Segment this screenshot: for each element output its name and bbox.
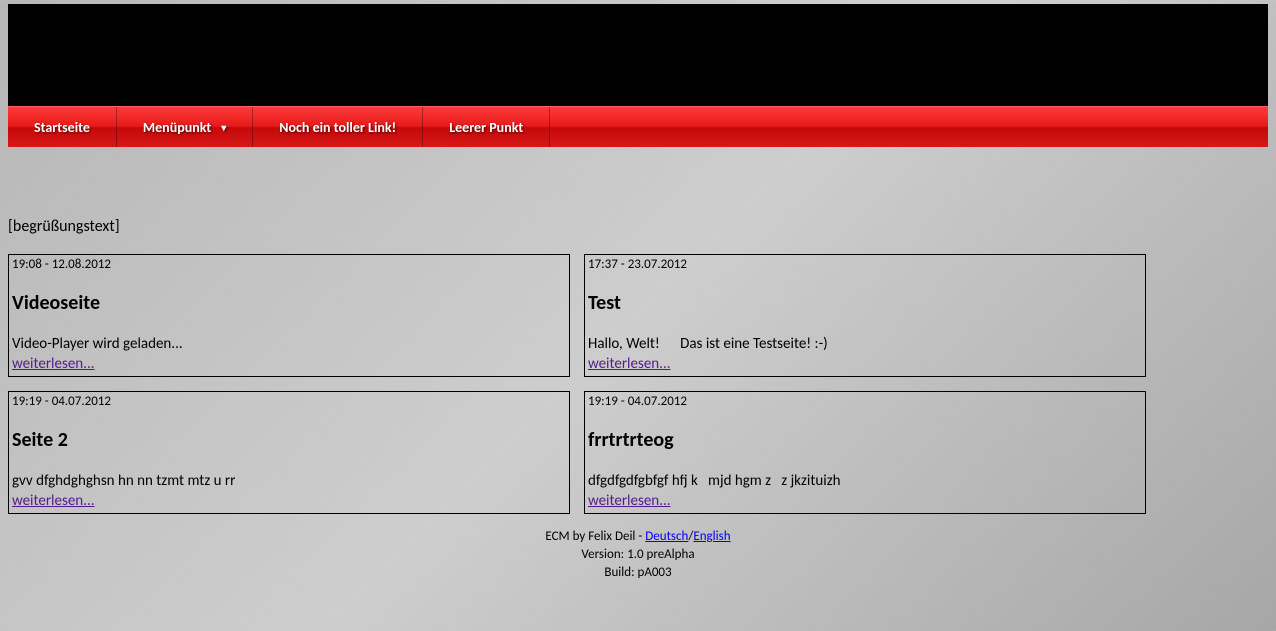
chevron-down-icon: ▾ [221,121,226,134]
article-card: 19:19 - 04.07.2012frrtrtrteogdfgdfgdfgbf… [584,391,1146,514]
nav-item-label: Noch ein toller Link! [279,119,396,136]
nav-dot-icon [415,101,420,106]
card-title: Seite 2 [9,410,569,452]
footer-build: Build: pA003 [0,564,1276,582]
card-timestamp: 19:08 - 12.08.2012 [9,255,569,273]
nav-item-label: Leerer Punkt [449,119,523,136]
footer-version: Version: 1.0 preAlpha [0,546,1276,564]
nav-item-2[interactable]: Noch ein toller Link! [253,107,423,147]
nav-item-label: Startseite [34,119,90,136]
main-nav: Startseite Menüpunkt ▾ Noch ein toller Link… [8,106,1268,147]
nav-item-1[interactable]: Menüpunkt ▾ [117,107,253,147]
card-timestamp: 17:37 - 23.07.2012 [585,255,1145,273]
nav-item-0[interactable]: Startseite [8,107,117,147]
header-banner [8,4,1268,106]
greeting-text: [begrüßungstext] [8,217,1268,236]
card-title: Videoseite [9,273,569,315]
card-title: Test [585,273,1145,315]
read-more-link[interactable]: weiterlesen... [585,353,674,376]
footer-credits: ECM by Felix Deil - [545,529,645,544]
card-body: gvv dfghdghghsn hn nn tzmt mtz u rr [9,452,569,490]
card-timestamp: 19:19 - 04.07.2012 [9,392,569,410]
read-more-link[interactable]: weiterlesen... [9,353,98,376]
card-body: Hallo, Welt! Das ist eine Testseite! :-) [585,315,1145,353]
article-grid: 19:08 - 12.08.2012VideoseiteVideo-Player… [8,254,1268,514]
nav-item-3[interactable]: Leerer Punkt [423,107,550,147]
footer: ECM by Felix Deil - Deutsch/English Vers… [0,528,1276,583]
lang-link-en[interactable]: English [693,529,730,544]
nav-item-label: Menüpunkt [143,119,211,136]
card-body: Video-Player wird geladen... [9,315,569,353]
article-card: 19:19 - 04.07.2012Seite 2gvv dfghdghghsn… [8,391,570,514]
card-body: dfgdfgdfgbfgf hfj k mjd hgm z z jkzituiz… [585,452,1145,490]
nav-dot-icon [109,101,114,106]
lang-link-de[interactable]: Deutsch [645,529,688,544]
article-card: 17:37 - 23.07.2012TestHallo, Welt! Das i… [584,254,1146,377]
article-card: 19:08 - 12.08.2012VideoseiteVideo-Player… [8,254,570,377]
read-more-link[interactable]: weiterlesen... [9,490,98,513]
card-title: frrtrtrteog [585,410,1145,452]
card-timestamp: 19:19 - 04.07.2012 [585,392,1145,410]
read-more-link[interactable]: weiterlesen... [585,490,674,513]
